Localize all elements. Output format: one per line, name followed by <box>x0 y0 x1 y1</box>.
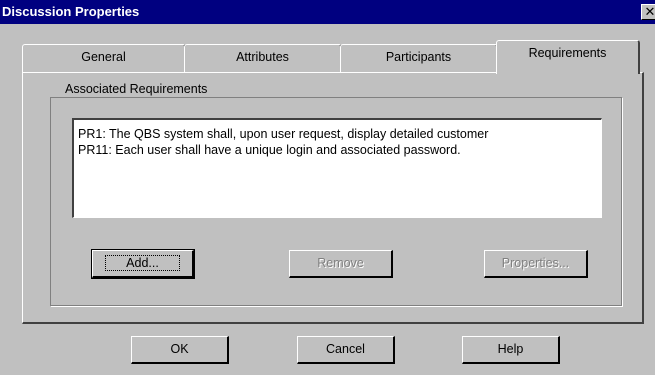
tab-general[interactable]: General <box>22 44 186 72</box>
remove-button-label: Remove <box>317 256 364 270</box>
window-title: Discussion Properties <box>2 4 140 19</box>
help-button-label: Help <box>497 342 524 356</box>
properties-button-label: Properties... <box>501 256 570 270</box>
ok-button-label: OK <box>170 342 189 356</box>
tab-participants[interactable]: Participants <box>340 44 498 72</box>
associated-requirements-label: Associated Requirements <box>62 82 211 96</box>
list-item[interactable]: PR1: The QBS system shall, upon user req… <box>78 126 597 142</box>
tab-general-label: General <box>81 50 126 64</box>
help-button[interactable]: Help <box>462 336 560 364</box>
add-button[interactable]: Add... <box>91 249 195 279</box>
list-item[interactable]: PR11: Each user shall have a unique logi… <box>78 142 597 158</box>
cancel-button[interactable]: Cancel <box>297 336 395 364</box>
properties-button[interactable]: Properties... <box>484 250 588 278</box>
close-icon[interactable]: ✕ <box>641 4 655 20</box>
remove-button[interactable]: Remove <box>289 250 393 278</box>
add-button-label: Add... <box>105 255 180 271</box>
tab-participants-label: Participants <box>385 50 452 64</box>
requirements-list[interactable]: PR1: The QBS system shall, upon user req… <box>72 118 602 218</box>
tab-attributes-label: Attributes <box>236 50 289 64</box>
ok-button[interactable]: OK <box>131 336 229 364</box>
cancel-button-label: Cancel <box>326 342 365 356</box>
title-bar: Discussion Properties ✕ <box>0 0 655 24</box>
tab-attributes[interactable]: Attributes <box>184 44 342 72</box>
tab-requirements[interactable]: Requirements <box>496 40 640 74</box>
tab-requirements-label: Requirements <box>528 46 607 60</box>
